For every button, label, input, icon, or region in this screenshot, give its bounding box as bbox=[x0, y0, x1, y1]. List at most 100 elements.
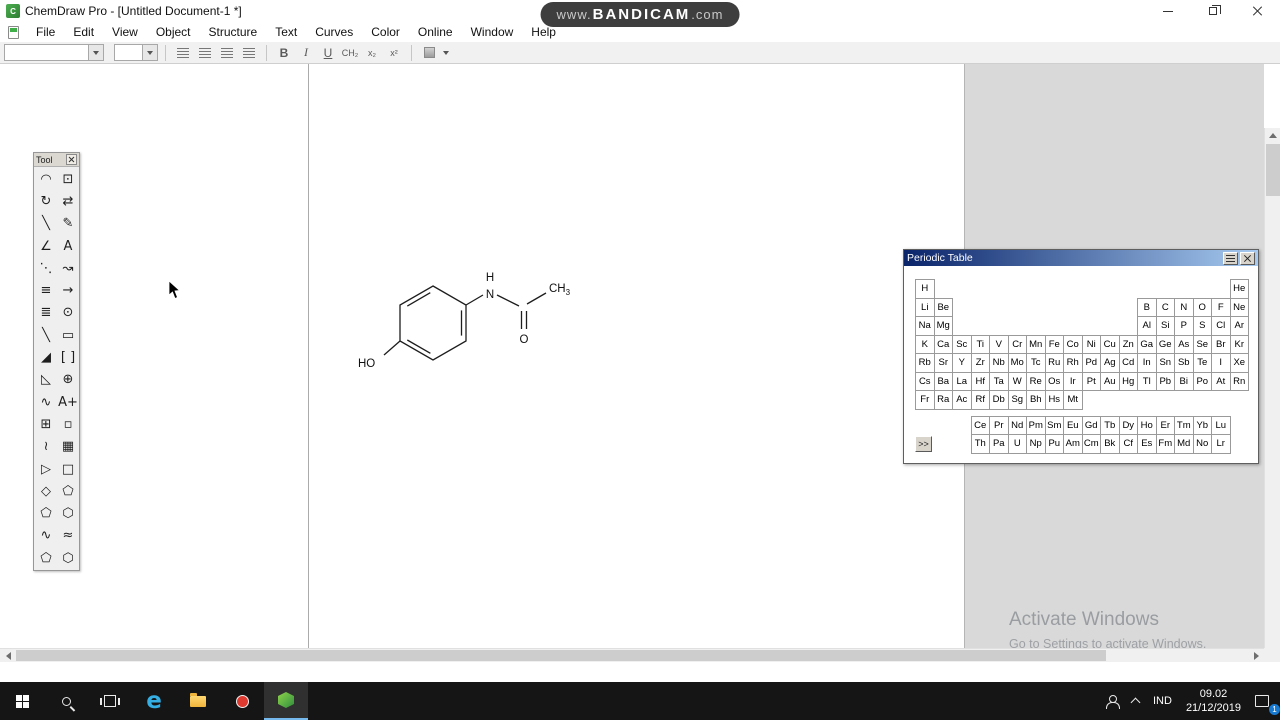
chain-tool[interactable]: ≀ bbox=[35, 436, 57, 458]
marquee-tool[interactable]: ⊡ bbox=[57, 168, 79, 190]
wavy-bond-tool[interactable]: ∿ bbox=[35, 391, 57, 413]
element-Sr[interactable]: Sr bbox=[933, 353, 953, 373]
solid-bond-tool[interactable]: ╲ bbox=[35, 213, 57, 235]
chevron-down-icon[interactable] bbox=[142, 45, 157, 60]
element-P[interactable]: P bbox=[1174, 316, 1194, 336]
element-S[interactable]: S bbox=[1192, 316, 1212, 336]
element-Sc[interactable]: Sc bbox=[952, 334, 972, 354]
element-Db[interactable]: Db bbox=[989, 390, 1009, 410]
orbital-tool[interactable]: ⊙ bbox=[57, 302, 79, 324]
element-Rb[interactable]: Rb bbox=[915, 353, 935, 373]
chemdraw-taskbar-button[interactable] bbox=[264, 682, 308, 720]
element-Al[interactable]: Al bbox=[1137, 316, 1157, 336]
table-tool[interactable]: ⊞ bbox=[35, 413, 57, 435]
element-Rf[interactable]: Rf bbox=[970, 390, 990, 410]
element-Ir[interactable]: Ir bbox=[1063, 371, 1083, 391]
element-Li[interactable]: Li bbox=[915, 297, 935, 317]
menu-object[interactable]: Object bbox=[147, 23, 200, 41]
element-Y[interactable]: Y bbox=[952, 353, 972, 373]
cyclohexane-ring-tool[interactable]: ⬡ bbox=[57, 502, 79, 524]
element-Es[interactable]: Es bbox=[1137, 434, 1157, 454]
element-Tb[interactable]: Tb bbox=[1100, 415, 1120, 435]
element-Co[interactable]: Co bbox=[1063, 334, 1083, 354]
molecule-structure[interactable]: N H O HO CH3 bbox=[340, 259, 580, 389]
element-Re[interactable]: Re bbox=[1026, 371, 1046, 391]
cyclobutane-ring-tool[interactable]: □ bbox=[57, 458, 79, 480]
element-Te[interactable]: Te bbox=[1192, 353, 1212, 373]
align-right-button[interactable] bbox=[217, 44, 237, 62]
element-Cs[interactable]: Cs bbox=[915, 371, 935, 391]
element-He[interactable]: He bbox=[1229, 279, 1249, 299]
lasso-tool[interactable]: ◠ bbox=[35, 168, 57, 190]
multiple-bond-tool[interactable]: ∠ bbox=[35, 235, 57, 257]
element-Ra[interactable]: Ra bbox=[933, 390, 953, 410]
element-Pd[interactable]: Pd bbox=[1081, 353, 1101, 373]
scroll-left-button[interactable] bbox=[0, 649, 16, 662]
bold-button[interactable]: B bbox=[274, 44, 294, 62]
rotate-tool[interactable]: ↻ bbox=[35, 190, 57, 212]
horizontal-scroll-thumb[interactable] bbox=[16, 650, 1106, 661]
element-Ni[interactable]: Ni bbox=[1081, 334, 1101, 354]
element-U[interactable]: U bbox=[1007, 434, 1027, 454]
element-B[interactable]: B bbox=[1137, 297, 1157, 317]
atom-label-tool[interactable]: A+ bbox=[57, 391, 79, 413]
element-Ne[interactable]: Ne bbox=[1229, 297, 1249, 317]
wedge-bond-tool[interactable]: ◢ bbox=[35, 346, 57, 368]
chair-template-tool[interactable]: ∿ bbox=[35, 525, 57, 547]
periodic-table-close-button[interactable] bbox=[1240, 251, 1255, 265]
element-Pu[interactable]: Pu bbox=[1044, 434, 1064, 454]
menu-structure[interactable]: Structure bbox=[200, 23, 267, 41]
file-explorer-button[interactable] bbox=[176, 682, 220, 720]
element-Ru[interactable]: Ru bbox=[1044, 353, 1064, 373]
element-Ac[interactable]: Ac bbox=[952, 390, 972, 410]
element-O[interactable]: O bbox=[1192, 297, 1212, 317]
menu-online[interactable]: Online bbox=[409, 23, 462, 41]
flip-tool[interactable]: ⇄ bbox=[57, 190, 79, 212]
element-Hg[interactable]: Hg bbox=[1118, 371, 1138, 391]
element-At[interactable]: At bbox=[1211, 371, 1231, 391]
element-Nd[interactable]: Nd bbox=[1007, 415, 1027, 435]
eraser-pencil-tool[interactable]: ✎ bbox=[57, 213, 79, 235]
chair-template-2-tool[interactable]: ≈ bbox=[57, 525, 79, 547]
element-Bi[interactable]: Bi bbox=[1174, 371, 1194, 391]
element-Md[interactable]: Md bbox=[1174, 434, 1194, 454]
element-Fr[interactable]: Fr bbox=[915, 390, 935, 410]
vertical-scroll-thumb[interactable] bbox=[1266, 144, 1280, 196]
bracket-tool[interactable]: [ ] bbox=[57, 346, 79, 368]
element-Er[interactable]: Er bbox=[1155, 415, 1175, 435]
color-dropdown-button[interactable] bbox=[441, 44, 451, 62]
element-Sn[interactable]: Sn bbox=[1155, 353, 1175, 373]
element-Pr[interactable]: Pr bbox=[989, 415, 1009, 435]
start-button[interactable] bbox=[0, 682, 44, 720]
italic-button[interactable]: I bbox=[296, 44, 316, 62]
element-Xe[interactable]: Xe bbox=[1229, 353, 1249, 373]
element-Pt[interactable]: Pt bbox=[1081, 371, 1101, 391]
menu-edit[interactable]: Edit bbox=[64, 23, 103, 41]
element-Tm[interactable]: Tm bbox=[1174, 415, 1194, 435]
element-Pa[interactable]: Pa bbox=[989, 434, 1009, 454]
structure-frame-tool[interactable]: ▫ bbox=[57, 413, 79, 435]
menu-window[interactable]: Window bbox=[462, 23, 523, 41]
menu-text[interactable]: Text bbox=[266, 23, 306, 41]
element-Mo[interactable]: Mo bbox=[1007, 353, 1027, 373]
element-Sb[interactable]: Sb bbox=[1174, 353, 1194, 373]
element-Sm[interactable]: Sm bbox=[1044, 415, 1064, 435]
clock[interactable]: 09.02 21/12/2019 bbox=[1179, 682, 1248, 720]
element-Cu[interactable]: Cu bbox=[1100, 334, 1120, 354]
color-button[interactable] bbox=[419, 44, 439, 62]
element-W[interactable]: W bbox=[1007, 371, 1027, 391]
element-H[interactable]: H bbox=[915, 279, 935, 299]
element-Tc[interactable]: Tc bbox=[1026, 353, 1046, 373]
align-left-button[interactable] bbox=[173, 44, 193, 62]
underline-button[interactable]: U bbox=[318, 44, 338, 62]
element-Mt[interactable]: Mt bbox=[1063, 390, 1083, 410]
bold-bond-tool[interactable]: ╲ bbox=[35, 324, 57, 346]
subscript-button[interactable]: x₂ bbox=[362, 44, 382, 62]
scroll-up-button[interactable] bbox=[1265, 128, 1280, 143]
element-As[interactable]: As bbox=[1174, 334, 1194, 354]
element-C[interactable]: C bbox=[1155, 297, 1175, 317]
element-Ar[interactable]: Ar bbox=[1229, 316, 1249, 336]
action-center-button[interactable]: 1 bbox=[1248, 682, 1280, 720]
element-Dy[interactable]: Dy bbox=[1118, 415, 1138, 435]
element-Gd[interactable]: Gd bbox=[1081, 415, 1101, 435]
